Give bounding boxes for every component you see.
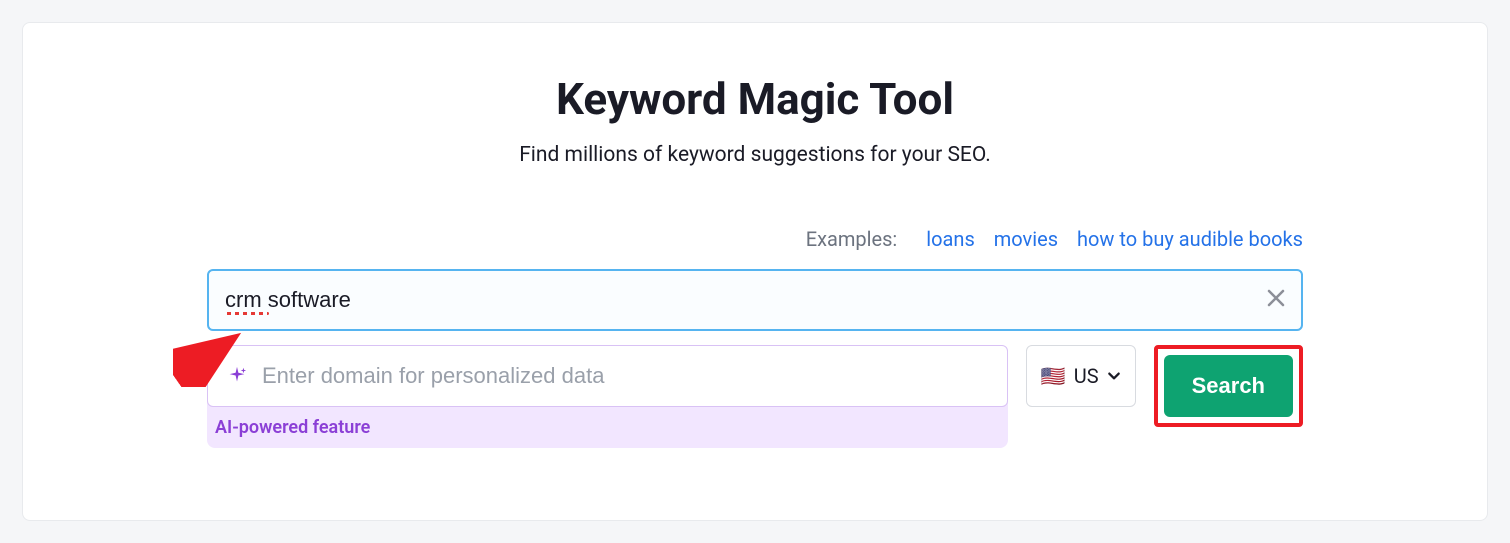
clear-icon[interactable] <box>1267 288 1285 313</box>
content-area: Examples: loans movies how to buy audibl… <box>207 227 1303 448</box>
page-subtitle: Find millions of keyword suggestions for… <box>23 143 1487 167</box>
example-link-movies[interactable]: movies <box>994 227 1058 251</box>
page-title: Keyword Magic Tool <box>23 73 1487 125</box>
examples-label: Examples: <box>806 227 898 251</box>
ai-feature-label: AI-powered feature <box>207 407 1008 438</box>
search-button-highlight: Search <box>1154 345 1303 427</box>
domain-section: AI-powered feature <box>207 345 1008 448</box>
domain-input-container[interactable] <box>207 345 1008 407</box>
second-row: AI-powered feature 🇺🇸 US Search <box>207 345 1303 448</box>
keyword-tool-card: Keyword Magic Tool Find millions of keyw… <box>22 22 1488 521</box>
chevron-down-icon <box>1107 364 1121 388</box>
examples-row: Examples: loans movies how to buy audibl… <box>207 227 1303 251</box>
keyword-input[interactable] <box>225 287 1267 313</box>
search-button[interactable]: Search <box>1164 355 1293 417</box>
sparkle-icon <box>226 365 248 387</box>
example-link-audible[interactable]: how to buy audible books <box>1077 227 1303 251</box>
flag-icon: 🇺🇸 <box>1041 364 1066 388</box>
example-link-loans[interactable]: loans <box>926 227 975 251</box>
country-select[interactable]: 🇺🇸 US <box>1026 345 1136 407</box>
keyword-input-container[interactable] <box>207 269 1303 331</box>
country-code: US <box>1074 364 1099 388</box>
domain-input[interactable] <box>262 363 989 389</box>
